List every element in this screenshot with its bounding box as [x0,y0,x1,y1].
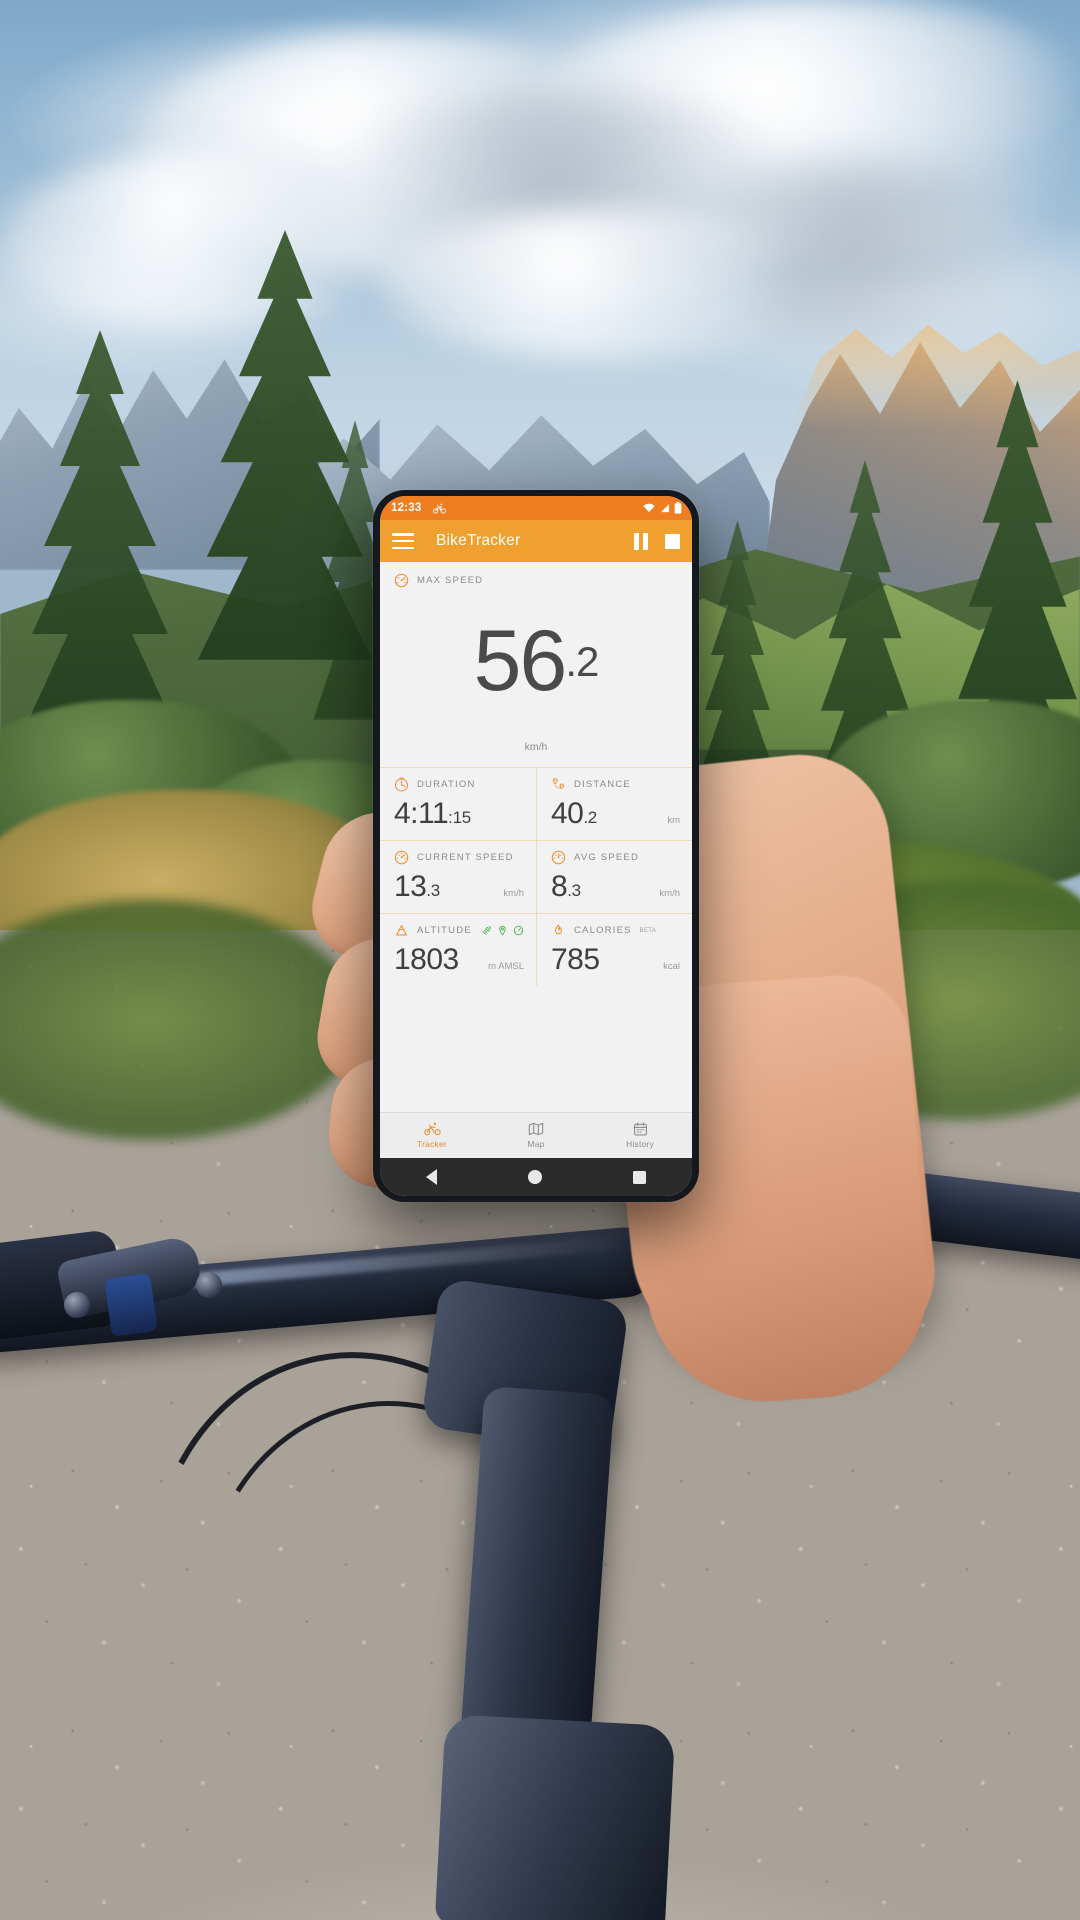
stat-altitude[interactable]: ALTITUDE 1803 m AMSL [380,914,536,986]
max-speed-decimal: .2 [565,637,599,685]
phone-screen: 12:33 BikeTracker MAX SPEED 56 .2 km/h D… [380,496,692,1196]
calories-beta-badge: BETA [639,927,657,934]
stat-unit: km/h [659,888,680,899]
stat-label: DISTANCE [574,779,631,790]
stat-avg-speed[interactable]: AVG SPEED 8 .3 km/h [536,841,692,913]
wifi-icon [643,503,655,513]
nav-label: Tracker [417,1139,447,1149]
stat-value: 785 kcal [551,945,680,975]
stat-label: CALORIES [574,925,632,936]
recents-square-icon[interactable] [633,1170,647,1184]
app-bar-actions [634,532,680,550]
stat-header: AVG SPEED [551,850,680,865]
stat-unit: kcal [663,961,680,972]
cloud [380,210,840,360]
smartphone: 12:33 BikeTracker MAX SPEED 56 .2 km/h D… [373,490,699,1202]
flame-icon [551,923,566,938]
stat-value-main: 40 [551,797,584,830]
stats-row: ALTITUDE 1803 m AMSL CALORIES BETA 785 k… [380,914,692,986]
clock-icon [394,777,409,792]
nav-item-tracker[interactable]: Tracker [380,1122,484,1149]
accuracy-icon [513,925,524,936]
speedometer-icon [551,850,566,865]
stat-header: ALTITUDE [394,923,524,938]
stop-icon[interactable] [665,533,680,549]
nav-label: History [626,1139,654,1149]
status-bar-time: 12:33 [391,502,422,514]
stat-header: CALORIES BETA [551,923,680,938]
signal-icon [659,503,670,513]
calendar-icon [633,1122,648,1136]
stat-value: 4:11 :15 [394,799,524,829]
stat-unit: m AMSL [488,961,524,972]
stat-value-sub: .3 [567,881,581,900]
stat-calories[interactable]: CALORIES BETA 785 kcal [536,914,692,986]
location-pin-icon [497,925,508,936]
speedometer-icon [394,850,409,865]
stat-value: 8 .3 km/h [551,872,680,902]
stat-value-sub: :15 [448,808,471,827]
hamburger-menu-icon[interactable] [392,533,414,549]
bolt [196,1272,222,1298]
stat-value-main: 8 [551,870,568,903]
stats-row: DURATION 4:11 :15 DISTANCE 40 .2 km [380,768,692,841]
stat-value: 1803 m AMSL [394,945,524,975]
pause-icon[interactable] [634,532,649,550]
home-circle-icon[interactable] [527,1170,542,1184]
stat-value-main: 4:11 [394,797,449,830]
stat-duration[interactable]: DURATION 4:11 :15 [380,768,536,840]
nav-item-history[interactable]: History [588,1122,692,1149]
nav-label: Map [527,1139,545,1149]
stat-header: DISTANCE [551,777,680,792]
bike-icon [433,503,447,514]
stat-label: ALTITUDE [417,925,472,936]
bottom-navigation: Tracker Map History [380,1112,692,1158]
stats-row: CURRENT SPEED 13 .3 km/h AVG SPEED 8 .3 … [380,841,692,914]
app-bar: BikeTracker [380,520,692,562]
map-icon [528,1122,544,1136]
stat-header: DURATION [394,777,524,792]
stat-value-main: 1803 [394,943,459,976]
cloud [0,150,420,330]
gps-status-icons [481,925,524,936]
max-speed-unit: km/h [524,741,548,753]
stat-unit: km [667,815,680,826]
back-triangle-icon[interactable] [425,1169,437,1185]
stat-value-sub: .3 [426,881,440,900]
app-title: BikeTracker [436,532,521,549]
stat-value: 13 .3 km/h [394,872,524,902]
satellite-icon [481,925,492,936]
stat-unit: km/h [503,888,524,899]
stat-label: CURRENT SPEED [417,852,514,863]
stat-current-speed[interactable]: CURRENT SPEED 13 .3 km/h [380,841,536,913]
stat-value-sub: .2 [583,808,597,827]
max-speed-integer: 56 [473,612,568,709]
stat-header: CURRENT SPEED [394,850,524,865]
cyclist-icon [423,1122,441,1136]
stat-label: AVG SPEED [574,852,640,863]
battery-icon [674,502,682,514]
max-speed-value: 56 .2 [380,582,692,741]
status-bar-icons [643,502,682,514]
head-tube [434,1714,676,1920]
status-bar: 12:33 [380,496,692,520]
brake-clamp [104,1273,158,1337]
stat-value-main: 13 [394,870,427,903]
stat-distance[interactable]: DISTANCE 40 .2 km [536,768,692,840]
max-speed-panel: MAX SPEED 56 .2 km/h [380,562,692,767]
mountain-icon [394,923,409,938]
stat-label: DURATION [417,779,476,790]
stat-value-main: 785 [551,943,600,976]
nav-item-map[interactable]: Map [484,1122,588,1149]
route-pin-icon [551,777,566,792]
tracker-content: MAX SPEED 56 .2 km/h DURATION 4:11:15 D… [380,562,692,1112]
bolt [64,1292,90,1318]
system-navigation-bar [380,1158,692,1196]
stats-grid: DURATION 4:11 :15 DISTANCE 40 .2 km CURR… [380,767,692,986]
stat-value: 40 .2 km [551,799,680,829]
